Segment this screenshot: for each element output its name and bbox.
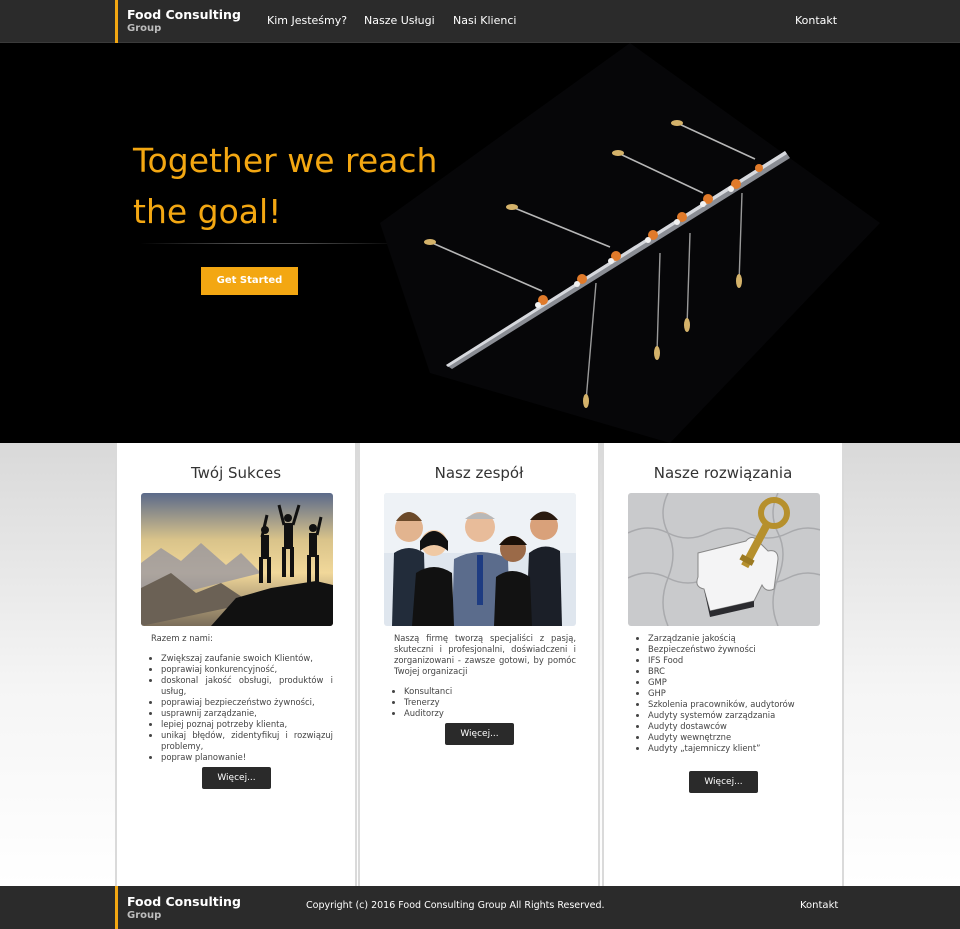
puzzle-key-image bbox=[628, 493, 820, 626]
list-item: doskonal jakość obsługi, produktów i usł… bbox=[161, 675, 333, 697]
list-item: Szkolenia pracowników, audytorów bbox=[648, 699, 820, 710]
brand-subname: Group bbox=[127, 910, 162, 921]
more-button[interactable]: Więcej... bbox=[202, 767, 271, 789]
nav-link-contact[interactable]: Kontakt bbox=[795, 14, 837, 27]
more-button[interactable]: Więcej... bbox=[445, 723, 514, 745]
list-item: Audyty dostawców bbox=[648, 721, 820, 732]
card-title: Nasz zespół bbox=[434, 464, 524, 482]
top-nav: Food Consulting Group Kim Jesteśmy? Nasz… bbox=[0, 0, 960, 43]
features-section: Twój Sukces Razem z nami: • Zwiększaj za… bbox=[0, 443, 960, 886]
list-item: Zwiększaj zaufanie swoich Klientów, bbox=[161, 653, 333, 664]
list-item: Trenerzy bbox=[404, 697, 576, 708]
list-item: Bezpieczeństwo żywności bbox=[648, 644, 820, 655]
card-list: Konsultanci Trenerzy Auditorzy bbox=[394, 686, 576, 719]
list-item: popraw planowanie! bbox=[161, 752, 333, 763]
card-body: Zarządzanie jakością Bezpieczeństwo żywn… bbox=[638, 633, 820, 754]
card-body: Razem z nami: Zwiększaj zaufanie swoich … bbox=[151, 633, 333, 763]
brand-logo[interactable]: Food Consulting Group bbox=[115, 0, 241, 43]
mountain-summit-image bbox=[141, 493, 333, 626]
nav-link-services[interactable]: Nasze Usługi bbox=[364, 14, 435, 27]
get-started-button[interactable]: Get Started bbox=[201, 267, 298, 295]
list-item: poprawiaj konkurencyjność, bbox=[161, 664, 333, 675]
card-intro: Razem z nami: bbox=[151, 633, 213, 643]
card-solutions: Nasze rozwiązania Zarządzanie jakością bbox=[602, 443, 844, 886]
footer-brand-logo[interactable]: Food Consulting Group bbox=[115, 886, 241, 929]
list-item: GMP bbox=[648, 677, 820, 688]
list-item: Konsultanci bbox=[404, 686, 576, 697]
list-item: lepiej poznaj potrzeby klienta, bbox=[161, 719, 333, 730]
list-item: Zarządzanie jakością bbox=[648, 633, 820, 644]
list-item: Audyty systemów zarządzania bbox=[648, 710, 820, 721]
card-list: Zarządzanie jakością Bezpieczeństwo żywn… bbox=[638, 633, 820, 754]
brand-name: Food Consulting bbox=[127, 894, 241, 909]
footer-contact-link[interactable]: Kontakt bbox=[800, 900, 838, 911]
card-title: Twój Sukces bbox=[190, 464, 282, 482]
list-item: IFS Food bbox=[648, 655, 820, 666]
brand-subname: Group bbox=[127, 23, 162, 34]
team-photo-image bbox=[384, 493, 576, 626]
list-item: usprawnij zarządzanie, bbox=[161, 708, 333, 719]
rowing-boat-image bbox=[380, 43, 880, 443]
list-item: GHP bbox=[648, 688, 820, 699]
card-list: Zwiększaj zaufanie swoich Klientów, popr… bbox=[151, 653, 333, 763]
card-intro: Naszą firmę tworzą specjaliści z pasją, … bbox=[394, 633, 576, 676]
list-item: Audyty „tajemniczy klient” bbox=[648, 743, 820, 754]
list-item: Audyty wewnętrzne bbox=[648, 732, 820, 743]
copyright-text: Copyright (c) 2016 Food Consulting Group… bbox=[306, 900, 605, 911]
footer: Food Consulting Group Copyright (c) 2016… bbox=[0, 886, 960, 929]
nav-link-clients[interactable]: Nasi Klienci bbox=[453, 14, 516, 27]
list-item: BRC bbox=[648, 666, 820, 677]
card-success: Twój Sukces Razem z nami: • Zwiększaj za… bbox=[115, 443, 357, 886]
card-body: Naszą firmę tworzą specjaliści z pasją, … bbox=[394, 633, 576, 719]
brand-name: Food Consulting bbox=[127, 7, 241, 22]
hero-divider bbox=[140, 243, 400, 244]
more-button[interactable]: Więcej... bbox=[689, 771, 758, 793]
hero-banner: Together we reach the goal! Get Started bbox=[0, 43, 960, 443]
card-title: Nasze rozwiązania bbox=[653, 464, 793, 482]
list-item: Auditorzy bbox=[404, 708, 576, 719]
nav-link-about[interactable]: Kim Jesteśmy? bbox=[267, 14, 347, 27]
list-item: poprawiaj bezpieczeństwo żywności, bbox=[161, 697, 333, 708]
list-item: unikaj błędów, zidentyfikuj i rozwiązuj … bbox=[161, 730, 333, 752]
card-team: Nasz zespół Naszą firmę tworzą specjaliś… bbox=[358, 443, 600, 886]
